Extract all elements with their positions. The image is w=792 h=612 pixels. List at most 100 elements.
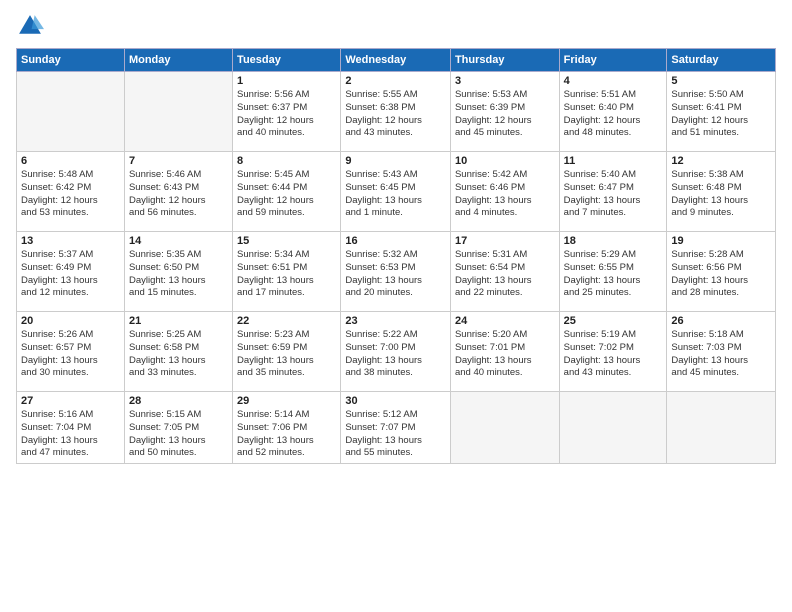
day-detail: Sunrise: 5:51 AM Sunset: 6:40 PM Dayligh… — [564, 89, 663, 140]
calendar-cell: 17 Sunrise: 5:31 AM Sunset: 6:54 PM Dayli… — [450, 232, 559, 312]
day-detail: Sunrise: 5:16 AM Sunset: 7:04 PM Dayligh… — [21, 409, 120, 460]
day-detail: Sunrise: 5:15 AM Sunset: 7:05 PM Dayligh… — [129, 409, 228, 460]
calendar-cell: 25Sunrise: 5:19 AM Sunset: 7:02 PM Dayli… — [559, 312, 667, 392]
day-detail: Sunrise: 5:18 AM Sunset: 7:03 PM Dayligh… — [671, 329, 771, 380]
page: SundayMondayTuesdayWednesdayThursdayFrid… — [0, 0, 792, 612]
day-number: 18 — [564, 235, 663, 247]
calendar-cell: 24Sunrise: 5:20 AM Sunset: 7:01 PM Dayli… — [450, 312, 559, 392]
day-number: 23 — [345, 315, 446, 327]
calendar-cell: 10 Sunrise: 5:42 AM Sunset: 6:46 PM Dayli… — [450, 152, 559, 232]
day-detail: Sunrise: 5:12 AM Sunset: 7:07 PM Dayligh… — [345, 409, 446, 460]
day-number: 5 — [671, 75, 771, 87]
day-detail: Sunrise: 5:28 AM Sunset: 6:56 PM Dayligh… — [671, 249, 771, 300]
calendar-cell: 26 Sunrise: 5:18 AM Sunset: 7:03 PM Dayli… — [667, 312, 776, 392]
week-row-1: 1 Sunrise: 5:56 AM Sunset: 6:37 PM Daylig… — [17, 72, 776, 152]
day-detail: Sunrise: 5:26 AM Sunset: 6:57 PM Dayligh… — [21, 329, 120, 380]
calendar-cell — [17, 72, 125, 152]
calendar-cell — [124, 72, 232, 152]
calendar-cell: 21 Sunrise: 5:25 AM Sunset: 6:58 PM Dayli… — [124, 312, 232, 392]
calendar-cell: 9Sunrise: 5:43 AM Sunset: 6:45 PM Daylig… — [341, 152, 451, 232]
day-number: 12 — [671, 155, 771, 167]
calendar-cell: 19 Sunrise: 5:28 AM Sunset: 6:56 PM Dayli… — [667, 232, 776, 312]
day-number: 1 — [237, 75, 336, 87]
week-row-2: 6 Sunrise: 5:48 AM Sunset: 6:42 PM Daylig… — [17, 152, 776, 232]
day-detail: Sunrise: 5:38 AM Sunset: 6:48 PM Dayligh… — [671, 169, 771, 220]
calendar-cell: 4 Sunrise: 5:51 AM Sunset: 6:40 PM Daylig… — [559, 72, 667, 152]
day-detail: Sunrise: 5:31 AM Sunset: 6:54 PM Dayligh… — [455, 249, 555, 300]
calendar-cell: 23 Sunrise: 5:22 AM Sunset: 7:00 PM Dayli… — [341, 312, 451, 392]
weekday-header-saturday: Saturday — [667, 49, 776, 72]
day-number: 29 — [237, 395, 336, 407]
calendar-cell: 27 Sunrise: 5:16 AM Sunset: 7:04 PM Dayli… — [17, 392, 125, 464]
day-number: 2 — [345, 75, 446, 87]
logo-icon — [16, 12, 44, 40]
calendar-cell: 7 Sunrise: 5:46 AM Sunset: 6:43 PM Daylig… — [124, 152, 232, 232]
day-detail: Sunrise: 5:53 AM Sunset: 6:39 PM Dayligh… — [455, 89, 555, 140]
day-detail: Sunrise: 5:20 AM Sunset: 7:01 PM Dayligh… — [455, 329, 555, 380]
header — [16, 12, 776, 40]
day-detail: Sunrise: 5:29 AM Sunset: 6:55 PM Dayligh… — [564, 249, 663, 300]
weekday-header-row: SundayMondayTuesdayWednesdayThursdayFrid… — [17, 49, 776, 72]
calendar-cell: 30 Sunrise: 5:12 AM Sunset: 7:07 PM Dayli… — [341, 392, 451, 464]
day-number: 7 — [129, 155, 228, 167]
calendar-cell: 18 Sunrise: 5:29 AM Sunset: 6:55 PM Dayli… — [559, 232, 667, 312]
day-number: 25 — [564, 315, 663, 327]
calendar-cell — [559, 392, 667, 464]
day-number: 15 — [237, 235, 336, 247]
day-detail: Sunrise: 5:55 AM Sunset: 6:38 PM Dayligh… — [345, 89, 446, 140]
day-number: 4 — [564, 75, 663, 87]
calendar-cell: 16Sunrise: 5:32 AM Sunset: 6:53 PM Dayli… — [341, 232, 451, 312]
weekday-header-wednesday: Wednesday — [341, 49, 451, 72]
calendar-cell: 2 Sunrise: 5:55 AM Sunset: 6:38 PM Daylig… — [341, 72, 451, 152]
calendar-cell: 15 Sunrise: 5:34 AM Sunset: 6:51 PM Dayli… — [233, 232, 341, 312]
day-number: 28 — [129, 395, 228, 407]
calendar-table: SundayMondayTuesdayWednesdayThursdayFrid… — [16, 48, 776, 464]
weekday-header-monday: Monday — [124, 49, 232, 72]
day-detail: Sunrise: 5:48 AM Sunset: 6:42 PM Dayligh… — [21, 169, 120, 220]
calendar-cell: 20 Sunrise: 5:26 AM Sunset: 6:57 PM Dayli… — [17, 312, 125, 392]
day-number: 10 — [455, 155, 555, 167]
day-number: 21 — [129, 315, 228, 327]
calendar-cell — [450, 392, 559, 464]
calendar-cell: 3Sunrise: 5:53 AM Sunset: 6:39 PM Daylig… — [450, 72, 559, 152]
day-detail: Sunrise: 5:42 AM Sunset: 6:46 PM Dayligh… — [455, 169, 555, 220]
day-number: 30 — [345, 395, 446, 407]
day-number: 6 — [21, 155, 120, 167]
calendar-cell: 1 Sunrise: 5:56 AM Sunset: 6:37 PM Daylig… — [233, 72, 341, 152]
logo — [16, 12, 48, 40]
calendar-cell: 11 Sunrise: 5:40 AM Sunset: 6:47 PM Dayli… — [559, 152, 667, 232]
day-number: 8 — [237, 155, 336, 167]
weekday-header-thursday: Thursday — [450, 49, 559, 72]
calendar-cell: 8 Sunrise: 5:45 AM Sunset: 6:44 PM Daylig… — [233, 152, 341, 232]
day-detail: Sunrise: 5:45 AM Sunset: 6:44 PM Dayligh… — [237, 169, 336, 220]
day-detail: Sunrise: 5:23 AM Sunset: 6:59 PM Dayligh… — [237, 329, 336, 380]
calendar-cell: 28 Sunrise: 5:15 AM Sunset: 7:05 PM Dayli… — [124, 392, 232, 464]
calendar-cell: 14Sunrise: 5:35 AM Sunset: 6:50 PM Dayli… — [124, 232, 232, 312]
calendar-cell — [667, 392, 776, 464]
day-number: 17 — [455, 235, 555, 247]
calendar-cell: 13Sunrise: 5:37 AM Sunset: 6:49 PM Dayli… — [17, 232, 125, 312]
calendar-cell: 5 Sunrise: 5:50 AM Sunset: 6:41 PM Daylig… — [667, 72, 776, 152]
day-detail: Sunrise: 5:50 AM Sunset: 6:41 PM Dayligh… — [671, 89, 771, 140]
weekday-header-tuesday: Tuesday — [233, 49, 341, 72]
day-detail: Sunrise: 5:35 AM Sunset: 6:50 PM Dayligh… — [129, 249, 228, 300]
week-row-5: 27 Sunrise: 5:16 AM Sunset: 7:04 PM Dayli… — [17, 392, 776, 464]
day-number: 20 — [21, 315, 120, 327]
calendar-cell: 22 Sunrise: 5:23 AM Sunset: 6:59 PM Dayli… — [233, 312, 341, 392]
day-number: 19 — [671, 235, 771, 247]
calendar-cell: 12 Sunrise: 5:38 AM Sunset: 6:48 PM Dayli… — [667, 152, 776, 232]
day-detail: Sunrise: 5:56 AM Sunset: 6:37 PM Dayligh… — [237, 89, 336, 140]
day-number: 11 — [564, 155, 663, 167]
calendar-cell: 6 Sunrise: 5:48 AM Sunset: 6:42 PM Daylig… — [17, 152, 125, 232]
day-number: 26 — [671, 315, 771, 327]
day-detail: Sunrise: 5:46 AM Sunset: 6:43 PM Dayligh… — [129, 169, 228, 220]
day-detail: Sunrise: 5:34 AM Sunset: 6:51 PM Dayligh… — [237, 249, 336, 300]
weekday-header-sunday: Sunday — [17, 49, 125, 72]
day-number: 9 — [345, 155, 446, 167]
calendar-cell: 29Sunrise: 5:14 AM Sunset: 7:06 PM Dayli… — [233, 392, 341, 464]
day-number: 27 — [21, 395, 120, 407]
day-number: 22 — [237, 315, 336, 327]
day-detail: Sunrise: 5:22 AM Sunset: 7:00 PM Dayligh… — [345, 329, 446, 380]
day-detail: Sunrise: 5:40 AM Sunset: 6:47 PM Dayligh… — [564, 169, 663, 220]
day-detail: Sunrise: 5:25 AM Sunset: 6:58 PM Dayligh… — [129, 329, 228, 380]
